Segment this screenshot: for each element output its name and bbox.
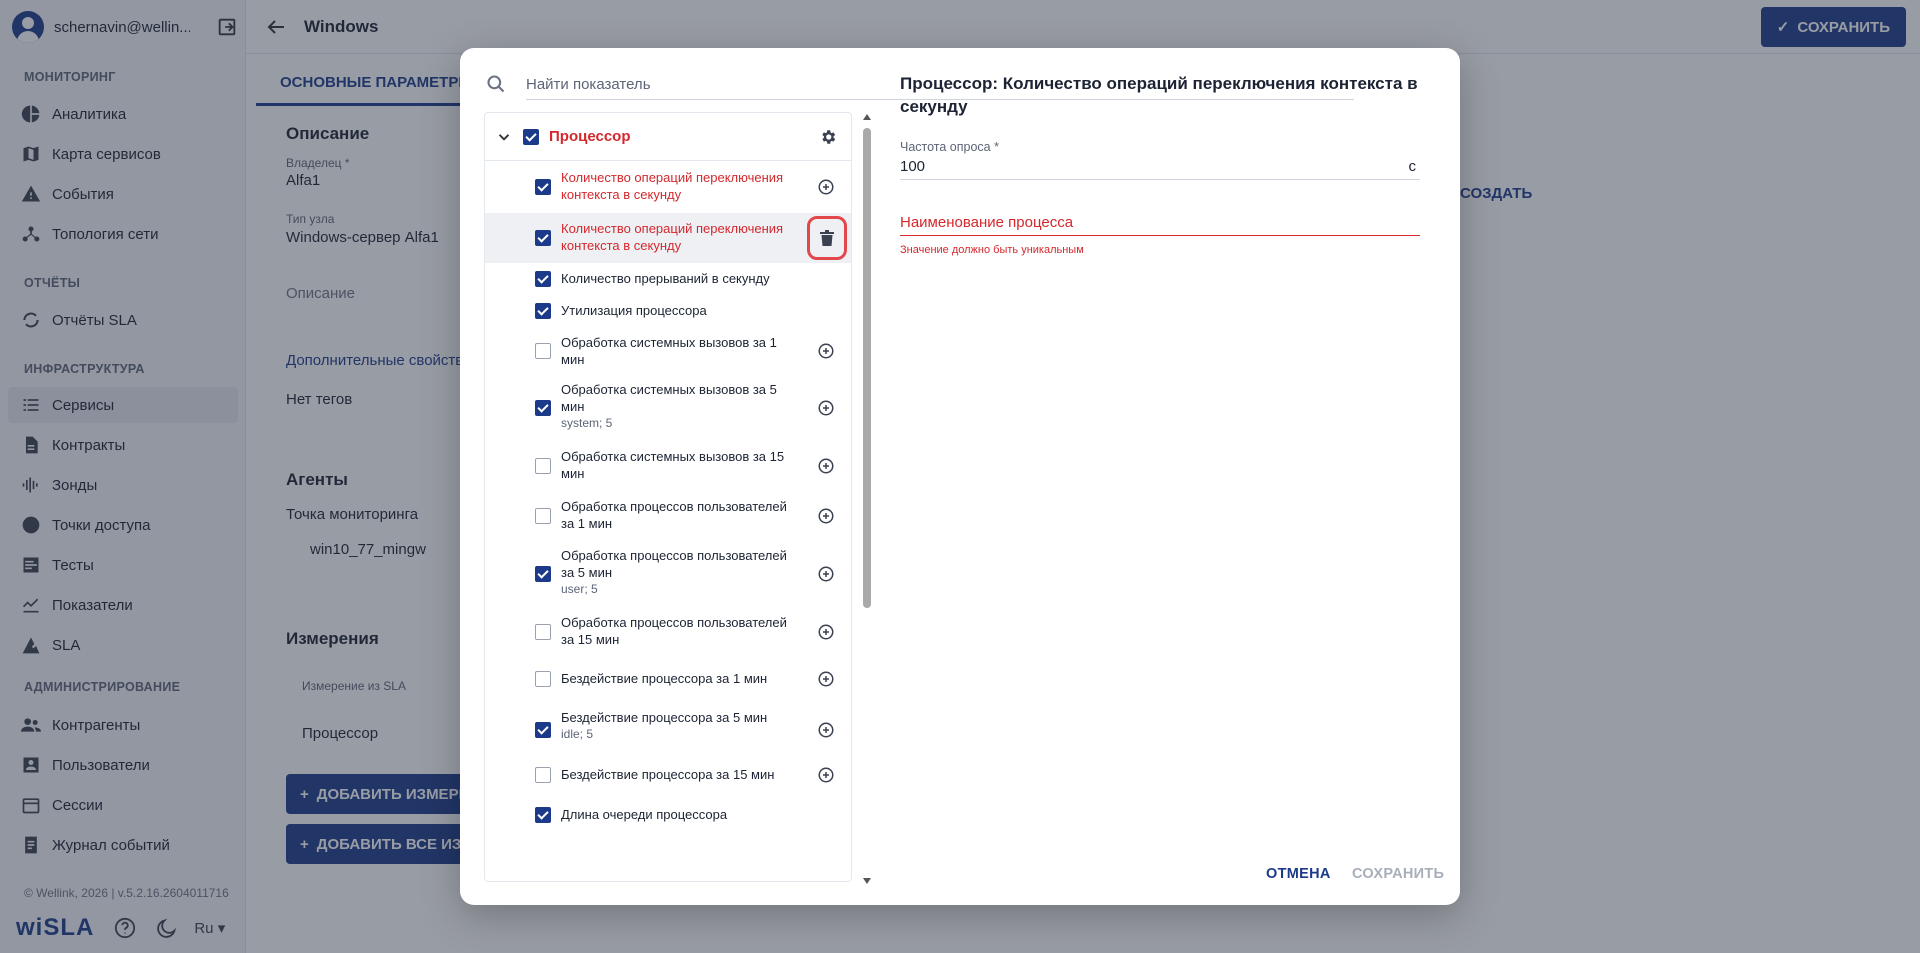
- row-label: Обработка процессов пользователей за 1 м…: [561, 498, 801, 532]
- row-checkbox[interactable]: [535, 179, 551, 195]
- row-label: Бездействие процессора за 15 мин: [561, 766, 801, 783]
- add-circle-icon[interactable]: [817, 507, 835, 525]
- row-label: Количество операций переключения контекс…: [561, 169, 801, 203]
- metric-tree: Процессор Количество операций переключен…: [484, 112, 852, 882]
- row-text: Бездействие процессора за 5 мин: [561, 710, 768, 725]
- add-circle-icon[interactable]: [817, 623, 835, 641]
- metric-row[interactable]: Обработка процессов пользователей за 1 м…: [485, 491, 851, 541]
- metric-row[interactable]: Длина очереди процессора: [485, 795, 851, 835]
- metric-row[interactable]: Обработка системных вызовов за 5 мин syst…: [485, 375, 851, 441]
- detail-title: Процессор: Количество операций переключе…: [900, 74, 1418, 116]
- row-text: Обработка системных вызовов за 15 мин: [561, 449, 785, 481]
- group-label: Процессор: [549, 128, 631, 145]
- scroll-down-arrow[interactable]: [863, 878, 871, 884]
- row-checkbox[interactable]: [535, 458, 551, 474]
- frequency-label: Частота опроса *: [900, 140, 999, 154]
- metric-row[interactable]: Бездействие процессора за 15 мин: [485, 755, 851, 795]
- frequency-value: 100: [900, 158, 926, 175]
- process-name-placeholder: Наименование процесса: [900, 214, 1074, 231]
- metric-row[interactable]: Обработка системных вызовов за 15 мин: [485, 441, 851, 491]
- row-text: Обработка системных вызовов за 1 мин: [561, 335, 777, 367]
- row-label: Обработка системных вызовов за 15 мин: [561, 448, 801, 482]
- search-icon: [487, 75, 505, 93]
- add-circle-icon[interactable]: [817, 670, 835, 688]
- row-text: Обработка процессов пользователей за 1 м…: [561, 499, 787, 531]
- row-checkbox[interactable]: [535, 566, 551, 582]
- group-checkbox[interactable]: [523, 128, 539, 145]
- row-subtext: system; 5: [561, 416, 613, 430]
- row-label: Количество прерываний в секунду: [561, 270, 801, 287]
- chevron-down-icon[interactable]: [495, 128, 513, 146]
- row-checkbox[interactable]: [535, 671, 551, 687]
- add-circle-icon[interactable]: [817, 565, 835, 583]
- row-label: Бездействие процессора за 5 мин idle; 5: [561, 709, 801, 743]
- process-name-field[interactable]: Наименование процесса: [900, 210, 1420, 236]
- scroll-thumb[interactable]: [863, 128, 871, 608]
- add-circle-icon[interactable]: [817, 457, 835, 475]
- row-label: Обработка процессов пользователей за 15 …: [561, 614, 801, 648]
- row-checkbox[interactable]: [535, 230, 551, 246]
- row-checkbox[interactable]: [535, 624, 551, 640]
- row-subtext: user; 5: [561, 582, 598, 596]
- save-button[interactable]: СОХРАНИТЬ: [1352, 866, 1444, 882]
- row-checkbox[interactable]: [535, 722, 551, 738]
- row-checkbox[interactable]: [535, 767, 551, 783]
- row-checkbox[interactable]: [535, 400, 551, 416]
- add-circle-icon[interactable]: [817, 399, 835, 417]
- metric-row[interactable]: Утилизация процессора: [485, 295, 851, 327]
- row-label: Утилизация процессора: [561, 302, 801, 319]
- row-label: Обработка системных вызовов за 5 мин syst…: [561, 381, 801, 432]
- metric-row[interactable]: Бездействие процессора за 1 мин: [485, 657, 851, 701]
- trash-icon: [820, 230, 834, 246]
- metric-row[interactable]: Обработка процессов пользователей за 5 м…: [485, 541, 851, 607]
- row-text: Количество операций переключения контекс…: [561, 221, 784, 253]
- metric-select-dialog: Процессор Количество операций переключен…: [460, 48, 1460, 905]
- tree-group-header[interactable]: Процессор: [485, 113, 851, 161]
- row-checkbox[interactable]: [535, 807, 551, 823]
- row-text: Обработка процессов пользователей за 5 м…: [561, 548, 787, 580]
- row-checkbox[interactable]: [535, 508, 551, 524]
- metric-row[interactable]: Обработка системных вызовов за 1 мин: [485, 327, 851, 375]
- tree-scrollbar[interactable]: [862, 114, 872, 884]
- row-text: Длина очереди процессора: [561, 807, 728, 822]
- metric-row[interactable]: Количество прерываний в секунду: [485, 263, 851, 295]
- add-circle-icon[interactable]: [817, 721, 835, 739]
- row-label: Длина очереди процессора: [561, 806, 801, 823]
- metric-row[interactable]: Количество операций переключения контекс…: [485, 161, 851, 213]
- add-circle-icon[interactable]: [817, 766, 835, 784]
- delete-button[interactable]: [807, 216, 847, 260]
- row-checkbox[interactable]: [535, 343, 551, 359]
- add-circle-icon[interactable]: [817, 178, 835, 196]
- scroll-up-arrow[interactable]: [863, 114, 871, 120]
- metric-row[interactable]: Обработка процессов пользователей за 15 …: [485, 607, 851, 657]
- row-text: Количество операций переключения контекс…: [561, 170, 784, 202]
- row-text: Бездействие процессора за 15 мин: [561, 767, 775, 782]
- process-name-error: Значение должно быть уникальным: [900, 244, 1084, 256]
- row-label: Обработка процессов пользователей за 5 м…: [561, 547, 801, 598]
- row-checkbox[interactable]: [535, 271, 551, 287]
- row-label: Обработка системных вызовов за 1 мин: [561, 334, 801, 368]
- row-subtext: idle; 5: [561, 727, 594, 741]
- row-text: Обработка системных вызовов за 5 мин: [561, 382, 777, 414]
- metric-row[interactable]: Бездействие процессора за 5 мин idle; 5: [485, 701, 851, 755]
- row-label: Количество операций переключения контекс…: [561, 220, 801, 254]
- row-text: Количество прерываний в секунду: [561, 271, 770, 286]
- metric-row-selected[interactable]: Количество операций переключения контекс…: [485, 213, 851, 263]
- row-text: Утилизация процессора: [561, 303, 707, 318]
- row-checkbox[interactable]: [535, 303, 551, 319]
- row-label: Бездействие процессора за 1 мин: [561, 670, 801, 687]
- gear-icon[interactable]: [819, 128, 837, 146]
- frequency-unit: с: [1408, 158, 1417, 175]
- row-text: Бездействие процессора за 1 мин: [561, 671, 768, 686]
- add-circle-icon[interactable]: [817, 342, 835, 360]
- row-text: Обработка процессов пользователей за 15 …: [561, 615, 787, 647]
- frequency-input[interactable]: 100 с: [900, 154, 1420, 180]
- cancel-button[interactable]: ОТМЕНА: [1266, 866, 1331, 882]
